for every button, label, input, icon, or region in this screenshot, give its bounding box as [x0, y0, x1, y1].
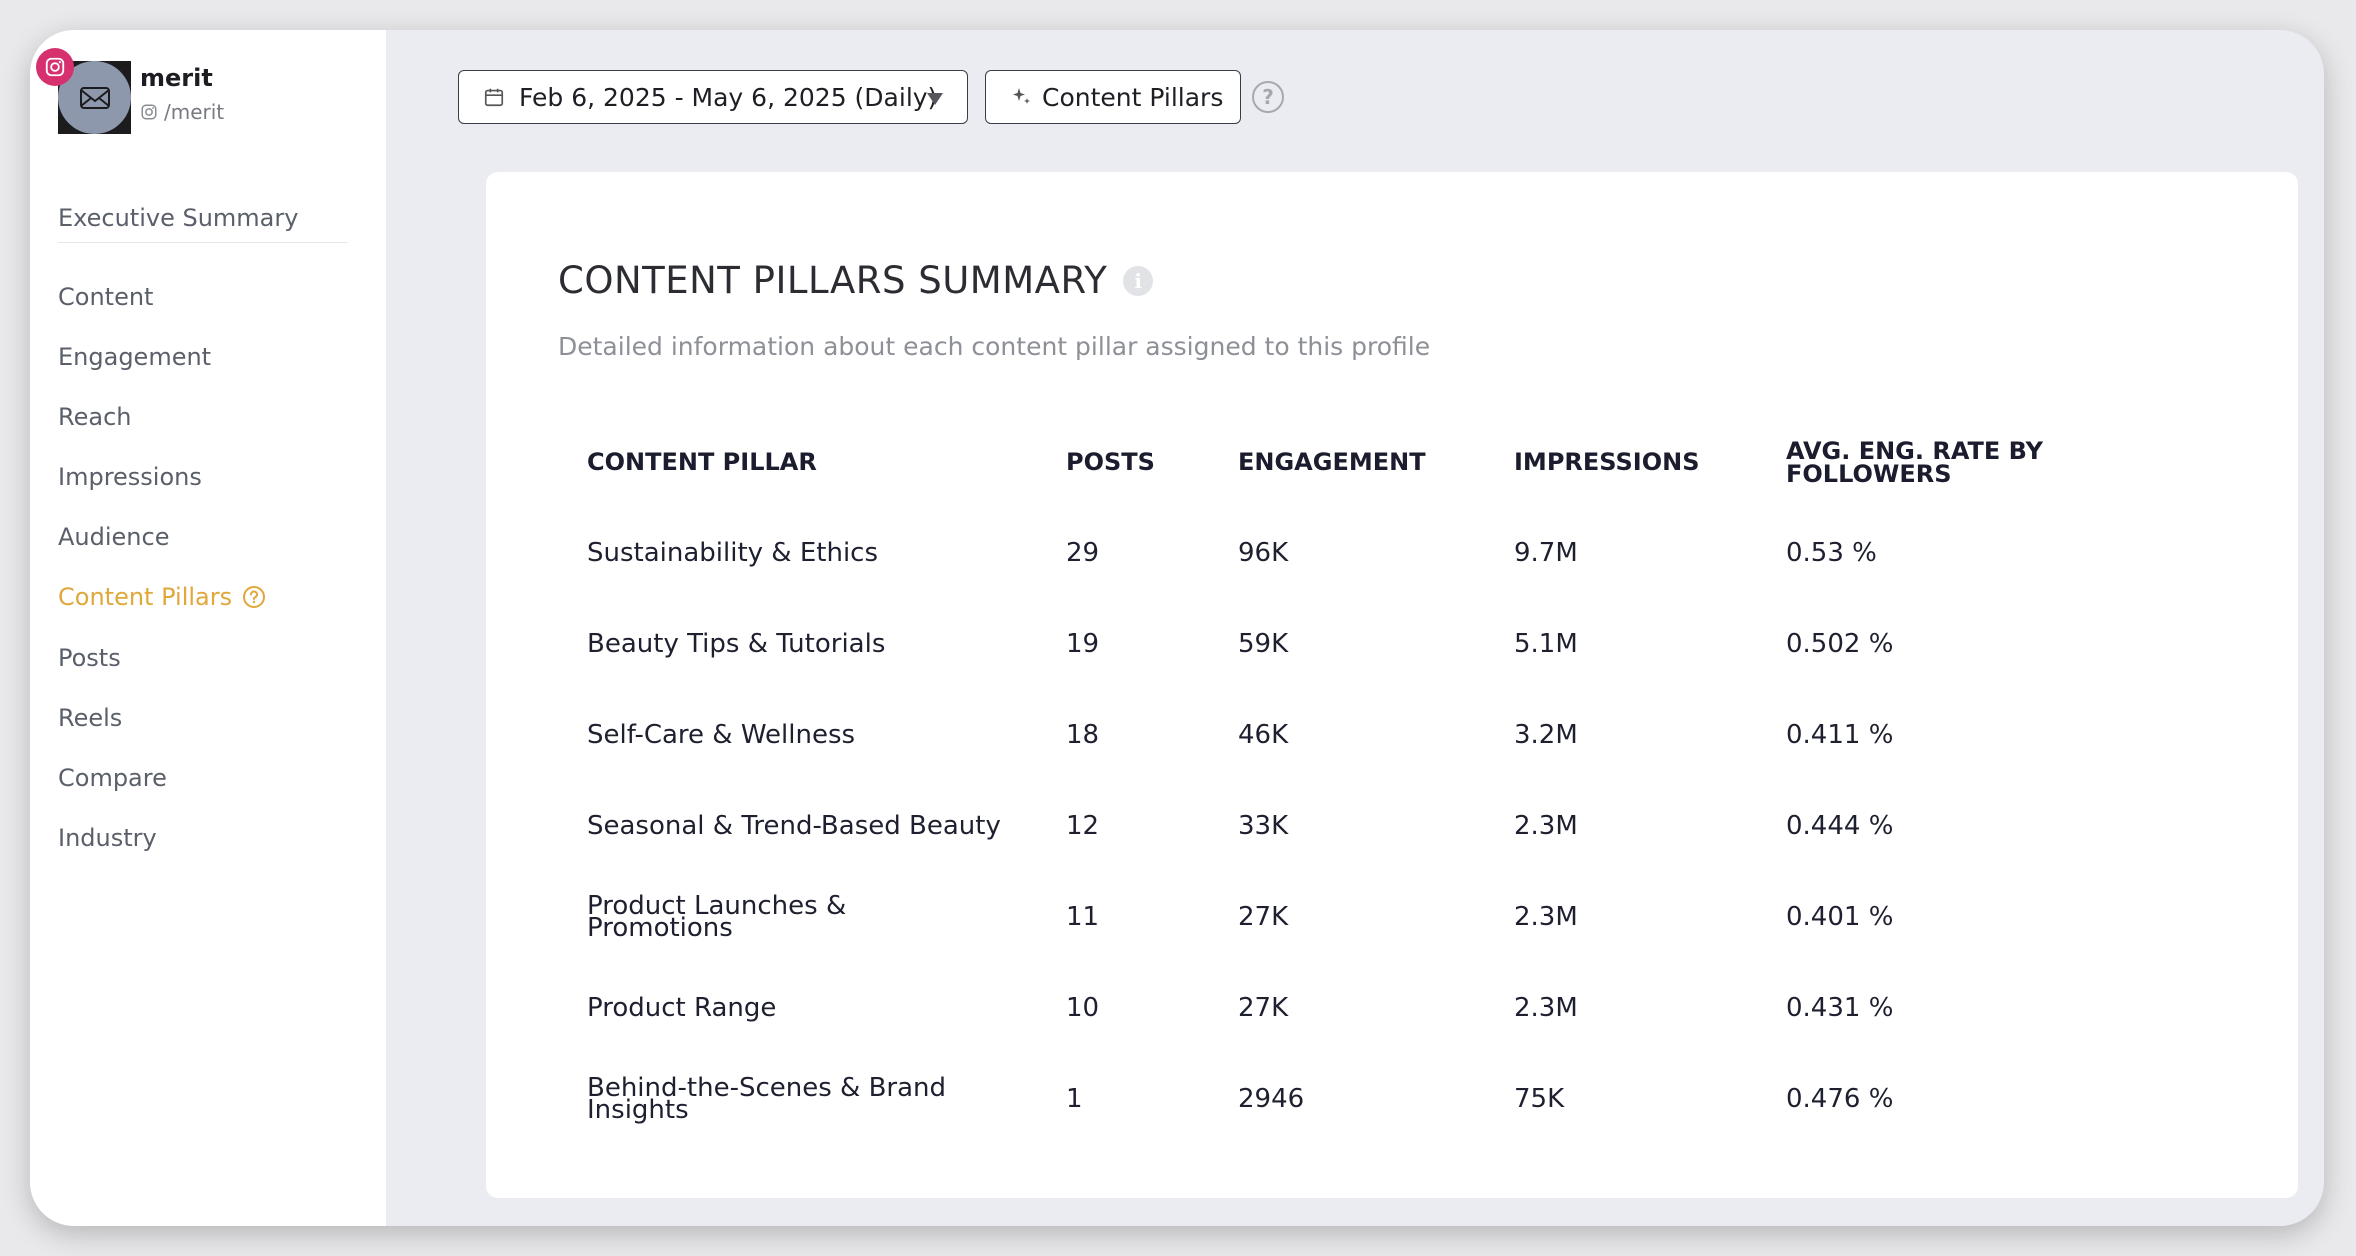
- cell-rate: 0.444 %: [1786, 811, 1894, 841]
- sidebar-item-content[interactable]: Content: [58, 283, 153, 311]
- sidebar: merit /merit Executive Summary Content E…: [30, 30, 386, 1226]
- cell-impressions: 2.3M: [1514, 811, 1578, 841]
- column-header-posts: POSTS: [1066, 448, 1155, 476]
- sidebar-item-impressions[interactable]: Impressions: [58, 463, 202, 491]
- cell-posts: 29: [1066, 538, 1100, 568]
- sidebar-item-reach[interactable]: Reach: [58, 403, 131, 431]
- cell-engagement: 27K: [1238, 993, 1289, 1023]
- calendar-icon: [484, 88, 504, 107]
- cell-engagement: 46K: [1238, 720, 1289, 750]
- card-title-text: CONTENT PILLARS SUMMARY: [558, 259, 1108, 302]
- cell-engagement: 96K: [1238, 538, 1289, 568]
- content-pillars-button-label: Content Pillars: [1042, 82, 1224, 112]
- date-range-label: Feb 6, 2025 - May 6, 2025 (Daily): [519, 82, 938, 112]
- column-header-engagement: ENGAGEMENT: [1238, 448, 1426, 476]
- cell-rate: 0.476 %: [1786, 1084, 1894, 1114]
- cell-rate: 0.411 %: [1786, 720, 1894, 750]
- cell-rate: 0.502 %: [1786, 629, 1894, 659]
- info-icon[interactable]: i: [1123, 265, 1154, 296]
- sidebar-item-content-pillars[interactable]: Content Pillars: [58, 583, 266, 611]
- cell-pillar: Behind-the-Scenes & Brand Insights: [587, 1073, 947, 1125]
- cell-pillar: Product Launches & Promotions: [587, 891, 847, 943]
- sidebar-item-label: Impressions: [58, 463, 202, 491]
- sidebar-item-label: Audience: [58, 523, 170, 551]
- cell-posts: 1: [1066, 1084, 1083, 1114]
- cell-engagement: 27K: [1238, 902, 1289, 932]
- sidebar-item-label: Content: [58, 283, 154, 311]
- cell-pillar: Beauty Tips & Tutorials: [587, 629, 886, 659]
- help-icon[interactable]: [242, 585, 266, 609]
- sidebar-item-engagement[interactable]: Engagement: [58, 343, 211, 371]
- cell-engagement: 59K: [1238, 629, 1289, 659]
- column-header-content-pillar: CONTENT PILLAR: [587, 448, 817, 476]
- cell-impressions: 3.2M: [1514, 720, 1578, 750]
- cell-engagement: 2946: [1238, 1084, 1305, 1114]
- cell-posts: 11: [1066, 902, 1100, 932]
- sidebar-item-label: Content Pillars: [58, 583, 233, 611]
- help-icon[interactable]: ?: [1252, 81, 1284, 113]
- cell-pillar: Self-Care & Wellness: [587, 720, 856, 750]
- card-title: CONTENT PILLARS SUMMARY i: [558, 259, 1154, 302]
- card-subtitle: Detailed information about each content …: [558, 332, 1431, 361]
- column-header-impressions: IMPRESSIONS: [1514, 448, 1700, 476]
- cell-rate: 0.401 %: [1786, 902, 1894, 932]
- app-window: merit /merit Executive Summary Content E…: [30, 30, 2324, 1226]
- cell-impressions: 2.3M: [1514, 902, 1578, 932]
- cell-posts: 18: [1066, 720, 1100, 750]
- column-header-avg-eng-rate: AVG. ENG. RATE BY FOLLOWERS: [1786, 437, 2044, 488]
- cell-posts: 19: [1066, 629, 1100, 659]
- instagram-icon: [141, 104, 157, 120]
- content-pillars-button[interactable]: Content Pillars: [985, 70, 1241, 124]
- cell-pillar: Sustainability & Ethics: [587, 538, 879, 568]
- sidebar-item-label: Compare: [58, 764, 167, 792]
- sidebar-item-audience[interactable]: Audience: [58, 523, 169, 551]
- content-pillars-card: CONTENT PILLARS SUMMARY i Detailed infor…: [486, 172, 2298, 1198]
- profile-name: merit: [140, 64, 213, 92]
- cell-rate: 0.53 %: [1786, 538, 1877, 568]
- sidebar-item-label: Posts: [58, 644, 121, 672]
- profile-handle-text: /merit: [164, 100, 225, 124]
- sidebar-item-label: Executive Summary: [58, 204, 299, 232]
- sidebar-item-label: Industry: [58, 824, 157, 852]
- cell-pillar: Seasonal & Trend-Based Beauty: [587, 811, 1001, 841]
- cell-posts: 12: [1066, 811, 1100, 841]
- sidebar-item-executive-summary[interactable]: Executive Summary: [58, 204, 298, 232]
- cell-impressions: 75K: [1514, 1084, 1565, 1114]
- cell-posts: 10: [1066, 993, 1100, 1023]
- sidebar-divider: [58, 242, 348, 243]
- cell-impressions: 9.7M: [1514, 538, 1578, 568]
- instagram-badge-icon: [36, 48, 74, 86]
- cell-impressions: 2.3M: [1514, 993, 1578, 1023]
- profile-handle[interactable]: /merit: [140, 100, 224, 124]
- sidebar-item-reels[interactable]: Reels: [58, 704, 122, 732]
- dropdown-caret-icon: [927, 93, 943, 105]
- sidebar-item-label: Engagement: [58, 343, 212, 371]
- cell-engagement: 33K: [1238, 811, 1289, 841]
- cell-pillar: Product Range: [587, 993, 777, 1023]
- sidebar-item-compare[interactable]: Compare: [58, 764, 167, 792]
- sidebar-item-label: Reach: [58, 403, 132, 431]
- cell-impressions: 5.1M: [1514, 629, 1578, 659]
- sidebar-item-posts[interactable]: Posts: [58, 644, 121, 672]
- date-range-dropdown[interactable]: Feb 6, 2025 - May 6, 2025 (Daily): [458, 70, 968, 124]
- sidebar-item-label: Reels: [58, 704, 123, 732]
- sidebar-item-industry[interactable]: Industry: [58, 824, 157, 852]
- cell-rate: 0.431 %: [1786, 993, 1894, 1023]
- sparkle-icon: [1013, 88, 1030, 104]
